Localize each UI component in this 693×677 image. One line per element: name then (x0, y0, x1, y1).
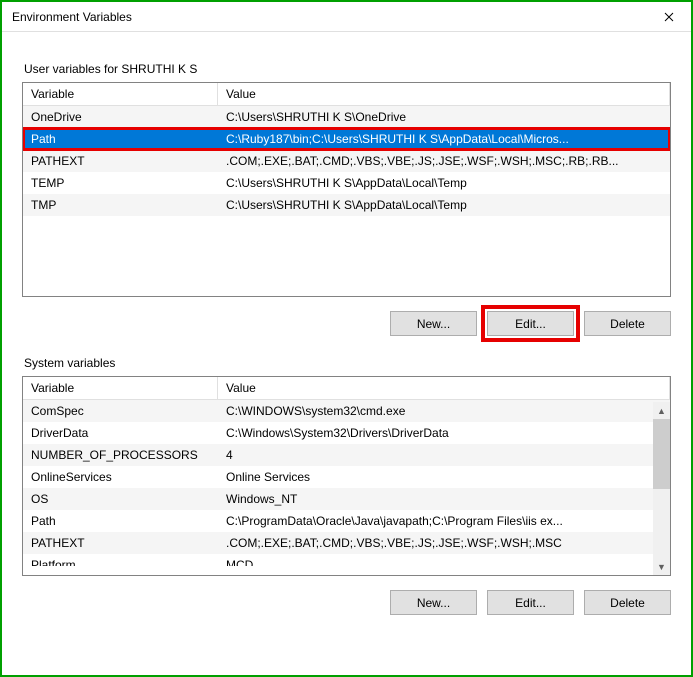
table-row[interactable]: OSWindows_NT (23, 488, 670, 510)
system-delete-button[interactable]: Delete (584, 590, 671, 615)
dialog-content: User variables for SHRUTHI K S Variable … (2, 32, 691, 615)
cell-variable: OnlineServices (23, 466, 218, 488)
user-vars-table[interactable]: Variable Value OneDriveC:\Users\SHRUTHI … (22, 82, 671, 297)
user-delete-button[interactable]: Delete (584, 311, 671, 336)
user-vars-label: User variables for SHRUTHI K S (24, 62, 671, 76)
cell-value: C:\Users\SHRUTHI K S\AppData\Local\Temp (218, 172, 670, 194)
cell-value: C:\Users\SHRUTHI K S\OneDrive (218, 106, 670, 128)
column-header-variable[interactable]: Variable (23, 83, 218, 105)
window-title: Environment Variables (12, 10, 132, 24)
system-edit-button[interactable]: Edit... (487, 590, 574, 615)
cell-value: .COM;.EXE;.BAT;.CMD;.VBS;.VBE;.JS;.JSE;.… (218, 532, 638, 554)
cell-variable: Path (23, 510, 218, 532)
cell-value: .COM;.EXE;.BAT;.CMD;.VBS;.VBE;.JS;.JSE;.… (218, 150, 670, 172)
table-row[interactable]: PathC:\ProgramData\Oracle\Java\javapath;… (23, 510, 670, 532)
scroll-track[interactable] (653, 489, 670, 558)
system-new-button[interactable]: New... (390, 590, 477, 615)
scroll-down-icon[interactable]: ▼ (653, 558, 670, 575)
cell-variable: OneDrive (23, 106, 218, 128)
close-button[interactable] (646, 2, 691, 31)
table-row[interactable]: NUMBER_OF_PROCESSORS4 (23, 444, 670, 466)
user-new-button[interactable]: New... (390, 311, 477, 336)
table-row[interactable]: TMPC:\Users\SHRUTHI K S\AppData\Local\Te… (23, 194, 670, 216)
table-row[interactable]: OnlineServicesOnline Services (23, 466, 670, 488)
column-header-value[interactable]: Value (218, 83, 670, 105)
cell-variable: Path (23, 128, 218, 150)
cell-value: 4 (218, 444, 638, 466)
system-vars-table[interactable]: Variable Value ComSpecC:\WINDOWS\system3… (22, 376, 671, 576)
system-buttons-row: New... Edit... Delete (22, 590, 671, 615)
table-row[interactable]: PATHEXT.COM;.EXE;.BAT;.CMD;.VBS;.VBE;.JS… (23, 150, 670, 172)
cell-value: C:\ProgramData\Oracle\Java\javapath;C:\P… (218, 510, 638, 532)
cell-value: Online Services (218, 466, 638, 488)
cell-value: Windows_NT (218, 488, 638, 510)
user-table-header: Variable Value (23, 83, 670, 106)
table-row[interactable]: ComSpecC:\WINDOWS\system32\cmd.exe (23, 400, 670, 422)
user-edit-button[interactable]: Edit... (487, 311, 574, 336)
scroll-thumb[interactable] (653, 419, 670, 489)
cell-value: MCD (218, 554, 638, 566)
system-table-body: ComSpecC:\WINDOWS\system32\cmd.exeDriver… (23, 400, 670, 566)
system-table-header: Variable Value (23, 377, 670, 400)
cell-variable: Platform (23, 554, 218, 566)
close-icon (664, 12, 674, 22)
cell-variable: ComSpec (23, 400, 218, 422)
cell-value: C:\Users\SHRUTHI K S\AppData\Local\Temp (218, 194, 670, 216)
scroll-up-icon[interactable]: ▲ (653, 402, 670, 419)
table-row[interactable]: OneDriveC:\Users\SHRUTHI K S\OneDrive (23, 106, 670, 128)
table-row[interactable]: PATHEXT.COM;.EXE;.BAT;.CMD;.VBS;.VBE;.JS… (23, 532, 670, 554)
scrollbar[interactable]: ▲ ▼ (653, 402, 670, 575)
cell-variable: PATHEXT (23, 532, 218, 554)
cell-variable: OS (23, 488, 218, 510)
cell-variable: NUMBER_OF_PROCESSORS (23, 444, 218, 466)
system-vars-label: System variables (24, 356, 671, 370)
user-table-body: OneDriveC:\Users\SHRUTHI K S\OneDrivePat… (23, 106, 670, 216)
cell-variable: PATHEXT (23, 150, 218, 172)
column-header-variable[interactable]: Variable (23, 377, 218, 399)
table-row[interactable]: PlatformMCD (23, 554, 670, 566)
cell-variable: TEMP (23, 172, 218, 194)
titlebar: Environment Variables (2, 2, 691, 32)
table-row[interactable]: TEMPC:\Users\SHRUTHI K S\AppData\Local\T… (23, 172, 670, 194)
table-row[interactable]: PathC:\Ruby187\bin;C:\Users\SHRUTHI K S\… (23, 128, 670, 150)
user-buttons-row: New... Edit... Delete (22, 311, 671, 336)
cell-variable: TMP (23, 194, 218, 216)
cell-value: C:\WINDOWS\system32\cmd.exe (218, 400, 638, 422)
cell-value: C:\Windows\System32\Drivers\DriverData (218, 422, 638, 444)
column-header-value[interactable]: Value (218, 377, 670, 399)
cell-variable: DriverData (23, 422, 218, 444)
table-row[interactable]: DriverDataC:\Windows\System32\Drivers\Dr… (23, 422, 670, 444)
cell-value: C:\Ruby187\bin;C:\Users\SHRUTHI K S\AppD… (218, 128, 670, 150)
